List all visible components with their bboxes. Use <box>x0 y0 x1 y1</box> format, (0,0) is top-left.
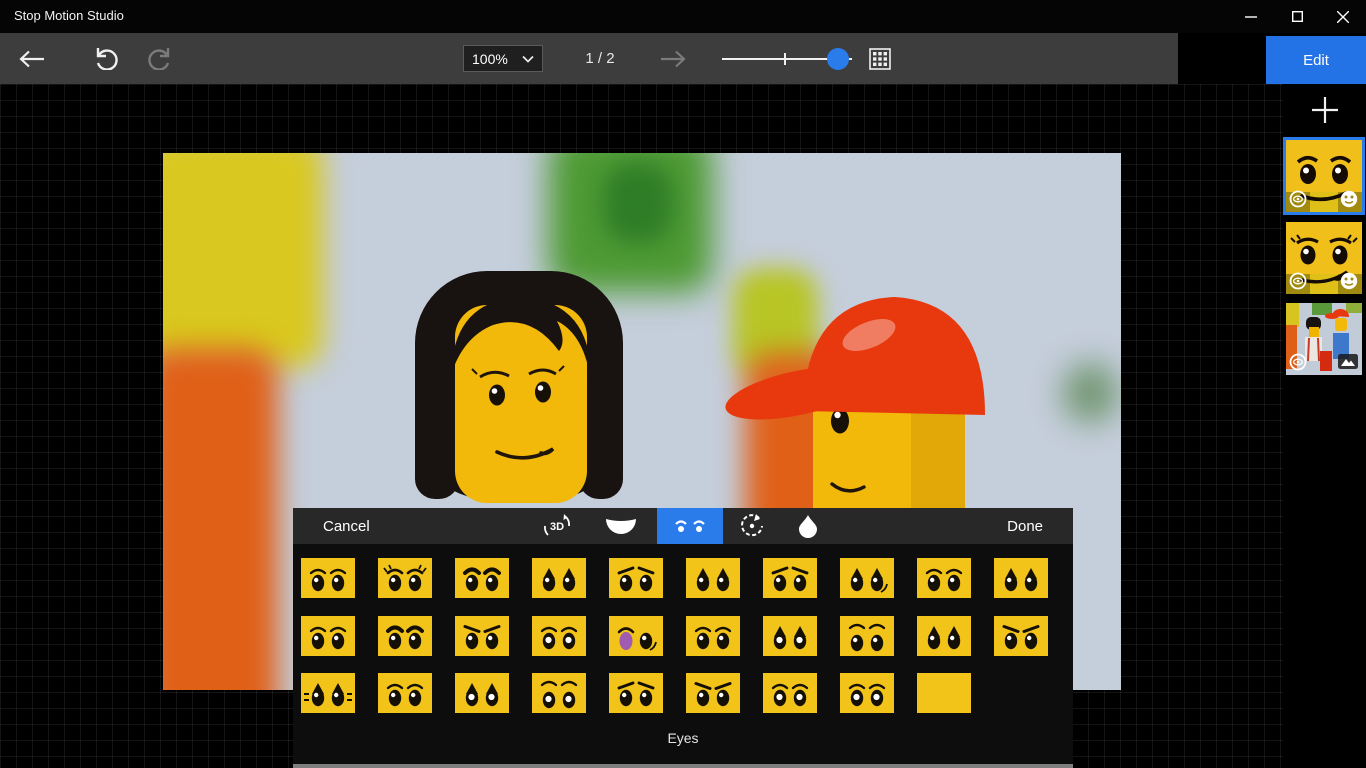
category-label: Eyes <box>293 730 1073 746</box>
eye-design-tile-20[interactable] <box>994 616 1048 656</box>
eye-design-tile-26[interactable] <box>686 673 740 713</box>
eye-design-tile-18[interactable] <box>840 616 894 656</box>
frame-thumbnail-female-face[interactable] <box>1286 222 1362 294</box>
editor-panel-header: Cancel 3D <box>293 508 1073 544</box>
eye-design-tile-23[interactable] <box>455 673 509 713</box>
eye-design-tile-6[interactable] <box>686 558 740 598</box>
eye-tile-row-3 <box>301 673 971 713</box>
panel-bottom-edge <box>293 764 1073 768</box>
eye-design-tile-13[interactable] <box>455 616 509 656</box>
tab-color-drop[interactable] <box>777 508 839 544</box>
eye-design-tile-17[interactable] <box>763 616 817 656</box>
opacity-slider <box>718 33 858 84</box>
forward-button[interactable] <box>651 33 695 84</box>
eye-design-tile-14[interactable] <box>532 616 586 656</box>
undo-button[interactable] <box>84 33 128 84</box>
undo-icon <box>94 48 118 70</box>
done-button[interactable]: Done <box>1007 508 1043 544</box>
redo-button[interactable] <box>138 33 182 84</box>
forward-arrow-icon <box>660 50 686 68</box>
eye-design-tile-3[interactable] <box>455 558 509 598</box>
toolbar: 100% 1 / 2 <box>0 33 1178 84</box>
frame-indicator: 1 / 2 <box>560 33 640 84</box>
editor-panel: Cancel 3D <box>293 508 1073 768</box>
eyes-icon <box>673 516 707 536</box>
chevron-down-icon <box>522 55 534 63</box>
title-bar: Stop Motion Studio <box>0 0 1366 33</box>
zoom-level-select[interactable]: 100% <box>463 45 543 72</box>
eye-tile-row-1 <box>301 558 1048 598</box>
eye-design-tile-24[interactable] <box>532 673 586 713</box>
rotate-icon <box>739 513 765 539</box>
eye-design-tile-15[interactable] <box>609 616 663 656</box>
back-button[interactable] <box>10 33 54 84</box>
eye-design-tile-28[interactable] <box>840 673 894 713</box>
eye-design-tile-5[interactable] <box>609 558 663 598</box>
eye-design-tile-21[interactable] <box>301 673 355 713</box>
slider-handle[interactable] <box>827 48 849 70</box>
app-window: Stop Motion Studio 100% 1 / 2 <box>0 0 1366 768</box>
maximize-button[interactable] <box>1274 0 1320 33</box>
redo-icon <box>148 48 172 70</box>
frame-thumbnail-male-face[interactable] <box>1286 140 1362 212</box>
eye-design-tile-4[interactable] <box>532 558 586 598</box>
plus-icon <box>1309 94 1341 126</box>
3d-rotate-icon: 3D <box>542 512 572 540</box>
tab-mouth[interactable] <box>590 508 652 544</box>
face-icon[interactable] <box>1341 191 1357 207</box>
minimize-button[interactable] <box>1228 0 1274 33</box>
eye-design-tile-12[interactable] <box>378 616 432 656</box>
app-title: Stop Motion Studio <box>14 8 124 23</box>
edit-button[interactable]: Edit <box>1266 36 1366 84</box>
close-icon <box>1337 11 1349 23</box>
eye-design-tile-29[interactable] <box>917 673 971 713</box>
eye-design-tile-16[interactable] <box>686 616 740 656</box>
eye-design-tile-8[interactable] <box>840 558 894 598</box>
close-button[interactable] <box>1320 0 1366 33</box>
add-frame-button[interactable] <box>1307 92 1343 128</box>
grid-toggle-button[interactable] <box>858 33 902 84</box>
eye-design-tile-22[interactable] <box>378 673 432 713</box>
eye-design-tile-19[interactable] <box>917 616 971 656</box>
eye-design-tile-11[interactable] <box>301 616 355 656</box>
scene-thumb-image <box>1286 303 1362 375</box>
frame-thumbnail-scene[interactable] <box>1286 303 1362 375</box>
male-face-thumb-image <box>1286 140 1362 212</box>
eye-design-tile-9[interactable] <box>917 558 971 598</box>
frames-sidebar <box>1283 84 1366 768</box>
svg-text:3D: 3D <box>550 521 564 533</box>
eye-design-tile-25[interactable] <box>609 673 663 713</box>
tab-3d-rotate[interactable]: 3D <box>526 508 588 544</box>
eye-design-tile-10[interactable] <box>994 558 1048 598</box>
image-icon[interactable] <box>1338 354 1358 369</box>
grid-icon <box>869 48 891 70</box>
slider-center-tick <box>784 53 786 65</box>
eye-design-tile-27[interactable] <box>763 673 817 713</box>
back-arrow-icon <box>19 50 45 68</box>
tab-eyes[interactable] <box>657 508 723 544</box>
droplet-icon <box>798 514 818 538</box>
tab-rotate[interactable] <box>721 508 783 544</box>
eye-design-tile-2[interactable] <box>378 558 432 598</box>
minimize-icon <box>1245 11 1257 23</box>
eye-design-tile-1[interactable] <box>301 558 355 598</box>
maximize-icon <box>1292 11 1303 22</box>
eye-design-tile-7[interactable] <box>763 558 817 598</box>
mouth-icon <box>605 517 637 535</box>
zoom-level-value: 100% <box>472 51 508 67</box>
eye-tile-row-2 <box>301 616 1048 656</box>
female-face-thumb-image <box>1286 222 1362 294</box>
face-icon[interactable] <box>1341 273 1357 289</box>
cancel-button[interactable]: Cancel <box>323 508 370 544</box>
